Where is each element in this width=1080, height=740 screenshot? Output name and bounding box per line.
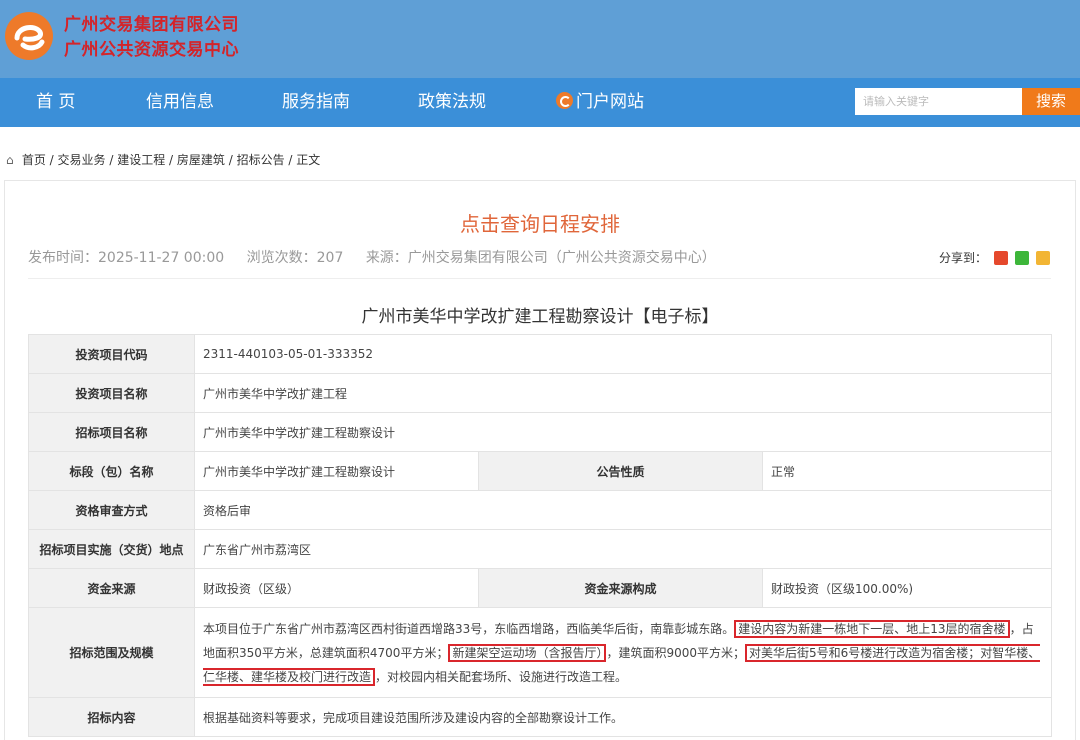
divider [28, 278, 1051, 279]
logo-icon[interactable] [5, 12, 53, 60]
document-title: 广州市美华中学改扩建工程勘察设计【电子标】 [361, 307, 719, 327]
weibo-icon[interactable] [993, 251, 1008, 265]
table-row: 资金来源 财政投资（区级） 资金来源构成 财政投资（区级100.00%) [28, 568, 1052, 608]
row-key: 资金来源构成 [478, 568, 763, 608]
table-row: 投资项目代码 2311-440103-05-01-333352 [28, 334, 1052, 374]
search-button[interactable]: 搜索 [1022, 88, 1080, 115]
row-key: 公告性质 [478, 451, 763, 491]
nav-credit-info[interactable]: 信用信息 [146, 78, 214, 127]
source: 来源：广州交易集团有限公司（广州公共资源交易中心） [365, 250, 716, 266]
table-row: 标段（包）名称 广州市美华中学改扩建工程勘察设计 公告性质 正常 [28, 451, 1052, 491]
row-key: 投资项目代码 [28, 334, 195, 374]
nav-policy[interactable]: 政策法规 [418, 78, 486, 127]
row-value: 财政投资（区级） [194, 568, 479, 608]
row-value: 根据基础资料等要求，完成项目建设范围所涉及建设内容的全部勘察设计工作。 [194, 697, 1052, 737]
row-value: 广州市美华中学改扩建工程 [194, 373, 1052, 413]
row-value: 财政投资（区级100.00%) [762, 568, 1052, 608]
row-key: 资金来源 [28, 568, 195, 608]
breadcrumb: ⌂ 首页 / 交易业务 / 建设工程 / 房屋建筑 / 招标公告 / 正文 [6, 153, 321, 167]
project-info-table: 投资项目代码 2311-440103-05-01-333352 投资项目名称 广… [28, 334, 1052, 737]
view-count: 浏览次数：207 [246, 250, 344, 266]
crumb-construction[interactable]: 建设工程 [117, 153, 165, 167]
table-row: 招标内容 根据基础资料等要求，完成项目建设范围所涉及建设内容的全部勘察设计工作。 [28, 697, 1052, 737]
org-name-line2: 广州公共资源交易中心 [64, 40, 239, 60]
row-value: 本项目位于广东省广州市荔湾区西村街道西增路33号，东临西增路，西临美华后街，南靠… [194, 607, 1052, 698]
highlight-box: 建设内容为新建一栋地下一层、地上13层的宿舍楼 [734, 619, 1010, 638]
wechat-icon[interactable] [1014, 251, 1029, 265]
row-key: 招标范围及规模 [28, 607, 195, 698]
row-value: 广州市美华中学改扩建工程勘察设计 [194, 412, 1052, 452]
table-row: 招标项目实施（交货）地点 广东省广州市荔湾区 [28, 529, 1052, 569]
highlight-box: 新建架空运动场（含报告厅） [448, 643, 607, 662]
nav-service-guide[interactable]: 服务指南 [282, 78, 350, 127]
crumb-current: 正文 [296, 153, 321, 167]
row-value: 资格后审 [194, 490, 1052, 530]
row-value: 2311-440103-05-01-333352 [194, 334, 1052, 374]
crumb-home[interactable]: 首页 [22, 153, 46, 167]
search-input[interactable]: 请输入关键字 [855, 88, 1022, 115]
crumb-housing[interactable]: 房屋建筑 [177, 153, 225, 167]
nav-home[interactable]: 首 页 [36, 78, 75, 127]
table-row: 招标项目名称 广州市美华中学改扩建工程勘察设计 [28, 412, 1052, 452]
portal-icon [556, 92, 573, 109]
row-key: 标段（包）名称 [28, 451, 195, 491]
home-icon[interactable]: ⌂ [6, 153, 18, 167]
schedule-link[interactable]: 点击查询日程安排 [0, 208, 1080, 237]
table-row: 资格审查方式 资格后审 [28, 490, 1052, 530]
table-row: 招标范围及规模 本项目位于广东省广州市荔湾区西村街道西增路33号，东临西增路，西… [28, 607, 1052, 698]
publish-time: 发布时间：2025-11-27 00:00 [28, 250, 225, 266]
nav-portal-label: 门户网站 [576, 92, 644, 112]
row-key: 招标内容 [28, 697, 195, 737]
nav-portal[interactable]: 门户网站 [556, 78, 644, 127]
row-value: 广东省广州市荔湾区 [194, 529, 1052, 569]
share-bar: 分享到： [939, 249, 1050, 266]
row-key: 资格审查方式 [28, 490, 195, 530]
article-meta: 发布时间：2025-11-27 00:00 浏览次数：207 来源：广州交易集团… [28, 247, 734, 267]
table-row: 投资项目名称 广州市美华中学改扩建工程 [28, 373, 1052, 413]
row-value: 正常 [762, 451, 1052, 491]
crumb-notice[interactable]: 招标公告 [237, 153, 285, 167]
org-name-line1: 广州交易集团有限公司 [64, 15, 239, 35]
share-label: 分享到： [939, 251, 988, 265]
row-key: 投资项目名称 [28, 373, 195, 413]
row-key: 招标项目实施（交货）地点 [28, 529, 195, 569]
crumb-trade[interactable]: 交易业务 [58, 153, 106, 167]
row-key: 招标项目名称 [28, 412, 195, 452]
site-header: 广州交易集团有限公司 广州公共资源交易中心 [0, 0, 1080, 78]
row-value: 广州市美华中学改扩建工程勘察设计 [194, 451, 479, 491]
qq-icon[interactable] [1035, 251, 1050, 265]
